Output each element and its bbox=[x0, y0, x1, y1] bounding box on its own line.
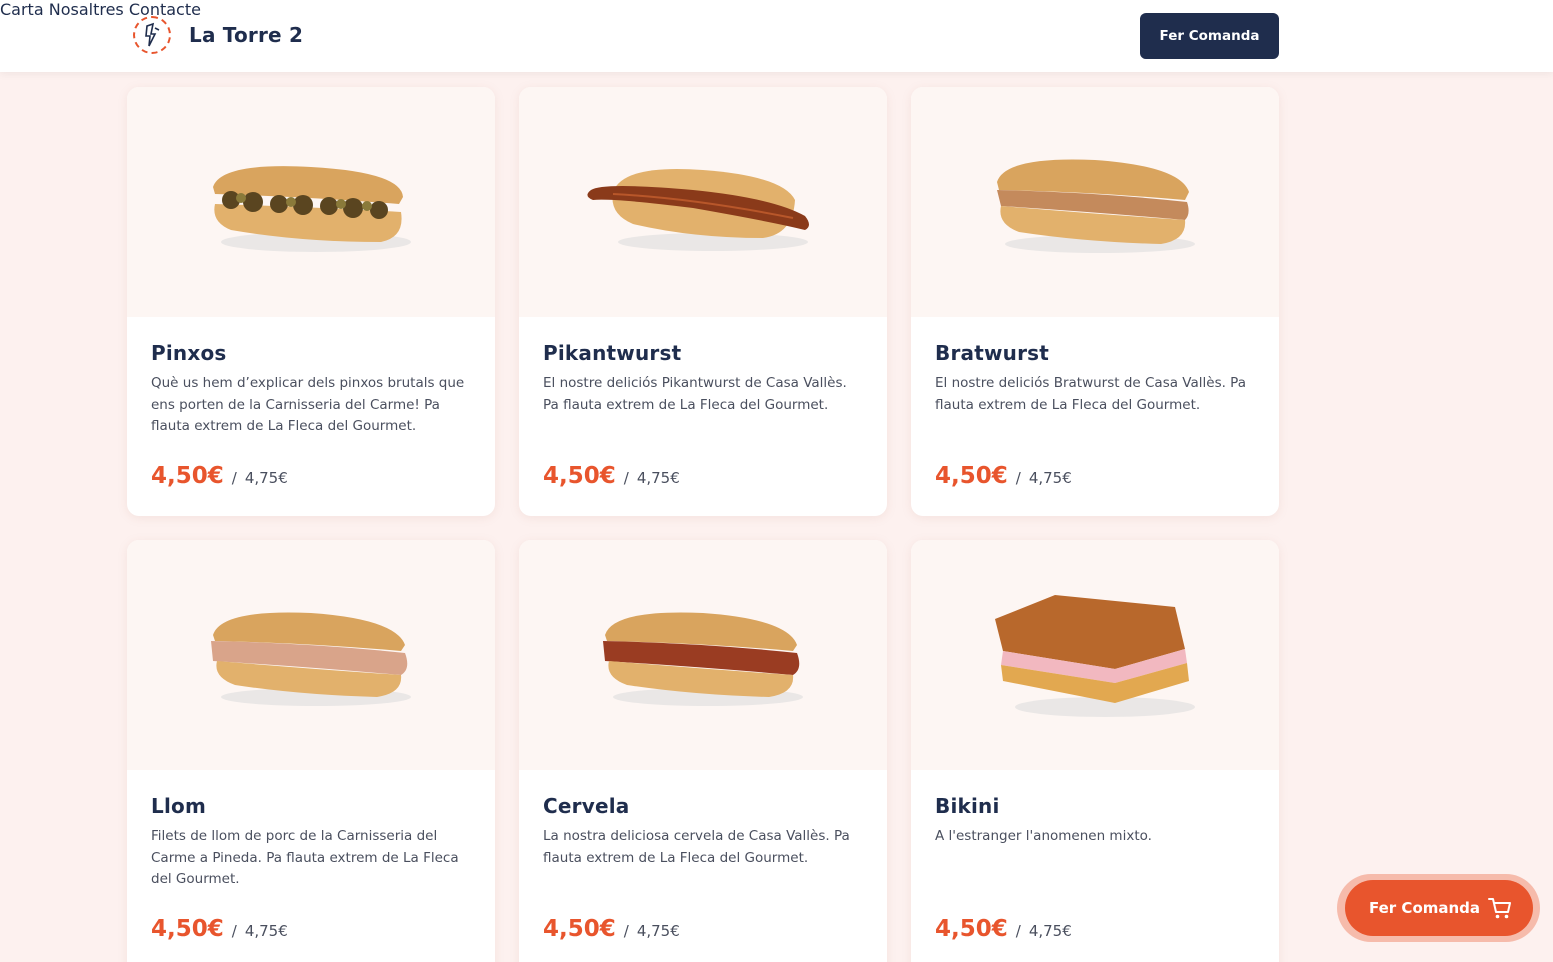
product-price: 4,50€ bbox=[935, 916, 1008, 942]
floating-order-button[interactable]: Fer Comanda bbox=[1345, 880, 1533, 936]
product-card-llom[interactable]: Llom Filets de llom de porc de la Carnis… bbox=[127, 540, 495, 962]
product-price: 4,50€ bbox=[543, 916, 616, 942]
product-price-alt: 4,75€ bbox=[1028, 922, 1072, 940]
product-price: 4,50€ bbox=[151, 916, 224, 942]
order-button[interactable]: Fer Comanda bbox=[1140, 13, 1279, 59]
price-separator: / bbox=[231, 469, 237, 487]
cart-icon bbox=[1487, 895, 1513, 925]
product-card-bratwurst[interactable]: Bratwurst El nostre deliciós Bratwurst d… bbox=[911, 87, 1279, 516]
product-description: Què us hem d’explicar dels pinxos brutal… bbox=[151, 375, 465, 434]
product-price: 4,50€ bbox=[151, 463, 224, 489]
product-price-alt: 4,75€ bbox=[636, 469, 680, 487]
product-price-alt: 4,75€ bbox=[1028, 469, 1072, 487]
product-description: Filets de llom de porc de la Carnisseria… bbox=[151, 828, 459, 887]
product-card-pikantwurst[interactable]: Pikantwurst El nostre deliciós Pikantwur… bbox=[519, 87, 887, 516]
product-image-llom bbox=[127, 540, 495, 770]
product-card-pinxos[interactable]: Pinxos Què us hem d’explicar dels pinxos… bbox=[127, 87, 495, 516]
product-card-cervela[interactable]: Cervela La nostra deliciosa cervela de C… bbox=[519, 540, 887, 962]
price-separator: / bbox=[231, 922, 237, 940]
product-image-pinxos bbox=[127, 87, 495, 317]
brand-name: La Torre 2 bbox=[189, 23, 304, 47]
product-price-alt: 4,75€ bbox=[244, 922, 288, 940]
product-image-bikini bbox=[911, 540, 1279, 770]
product-price: 4,50€ bbox=[543, 463, 616, 489]
top-navbar: La Torre 2 Carta Nosaltres Contacte Fer … bbox=[0, 0, 1553, 72]
price-separator: / bbox=[623, 469, 629, 487]
product-price-alt: 4,75€ bbox=[244, 469, 288, 487]
product-price: 4,50€ bbox=[935, 463, 1008, 489]
product-image-bratwurst bbox=[911, 87, 1279, 317]
product-description: La nostra deliciosa cervela de Casa Vall… bbox=[543, 828, 850, 866]
product-name: Bikini bbox=[935, 794, 1000, 818]
product-name: Llom bbox=[151, 794, 206, 818]
product-name: Bratwurst bbox=[935, 341, 1050, 365]
nav-link-nosaltres[interactable]: Nosaltres bbox=[49, 0, 124, 19]
product-name: Pikantwurst bbox=[543, 341, 682, 365]
product-description: El nostre deliciós Bratwurst de Casa Val… bbox=[935, 375, 1246, 413]
price-separator: / bbox=[1015, 922, 1021, 940]
product-name: Cervela bbox=[543, 794, 630, 818]
nav-link-carta[interactable]: Carta bbox=[0, 0, 44, 19]
price-separator: / bbox=[623, 922, 629, 940]
product-card-bikini[interactable]: Bikini A l'estranger l'anomenen mixto. 4… bbox=[911, 540, 1279, 962]
floating-order-label: Fer Comanda bbox=[1369, 899, 1481, 917]
product-price-alt: 4,75€ bbox=[636, 922, 680, 940]
product-name: Pinxos bbox=[151, 341, 227, 365]
price-separator: / bbox=[1015, 469, 1021, 487]
la-torre-logo-icon bbox=[133, 16, 171, 54]
brand[interactable]: La Torre 2 bbox=[133, 16, 303, 54]
product-description: El nostre deliciós Pikantwurst de Casa V… bbox=[543, 375, 847, 413]
product-image-pikantwurst bbox=[519, 87, 887, 317]
product-description: A l'estranger l'anomenen mixto. bbox=[935, 828, 1152, 844]
product-image-cervela bbox=[519, 540, 887, 770]
